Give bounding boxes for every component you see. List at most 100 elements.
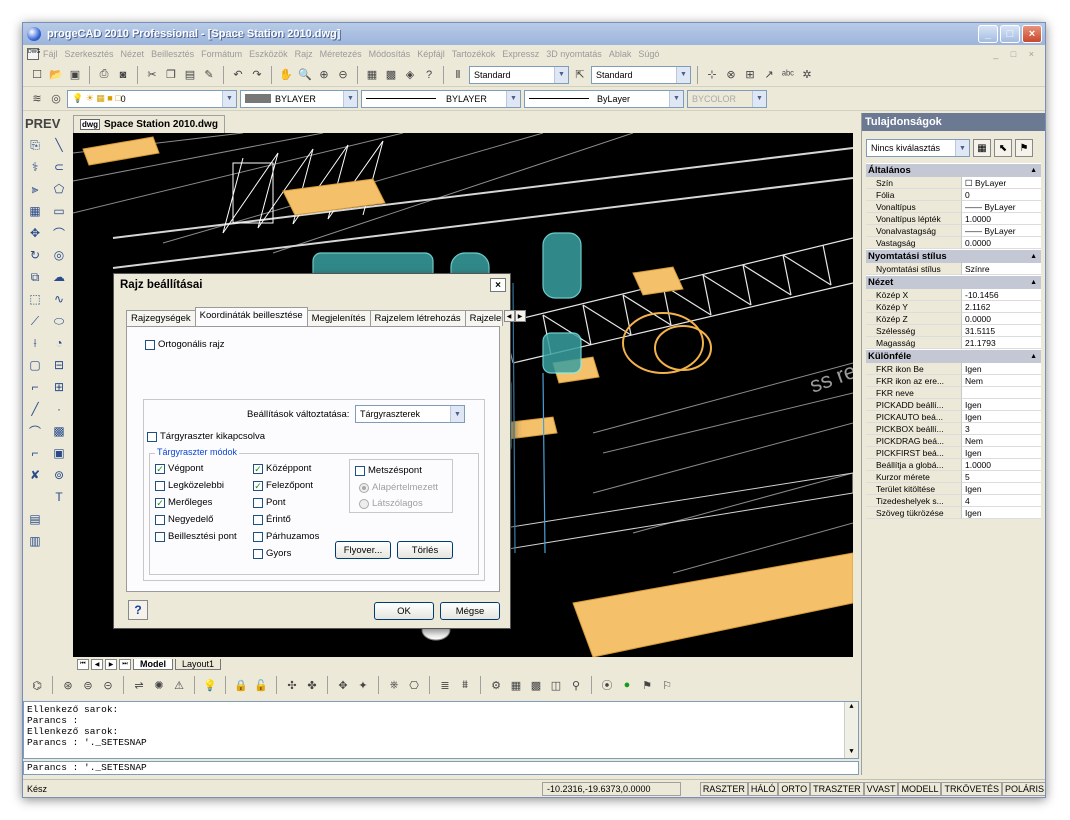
text-style-icon[interactable]: Ⅱ — [450, 67, 466, 83]
object-snap-icon[interactable]: ⊞ — [742, 67, 758, 83]
snap-mode-checkbox[interactable]: Negyedelő — [155, 514, 213, 525]
property-row[interactable]: Vonalvastagság —— ByLayer — [866, 225, 1041, 237]
property-row[interactable]: PICKAUTO beá... Igen — [866, 411, 1041, 423]
print-preview-icon[interactable]: ◙ — [115, 67, 131, 83]
rectangle-tool-icon[interactable]: ▭ — [49, 201, 69, 221]
maximize-button[interactable]: □ — [1000, 25, 1020, 43]
snap-mode-checkbox[interactable]: Párhuzamos — [253, 531, 319, 542]
tool-icon[interactable]: ✲ — [799, 67, 815, 83]
grid-toggle[interactable]: HÁLÓ — [747, 781, 779, 796]
help-icon[interactable]: ? — [421, 67, 437, 83]
polar-toggle[interactable]: POLÁRIS — [1001, 781, 1045, 796]
property-row[interactable]: PICKBOX beállí... 3 — [866, 423, 1041, 435]
tool-9-icon[interactable]: ✣ — [284, 677, 300, 693]
spline-tool-icon[interactable]: ∿ — [49, 289, 69, 309]
property-value[interactable]: 0.0000 — [962, 237, 1041, 249]
offset-tool-icon[interactable]: ⫸ — [25, 179, 45, 199]
property-row[interactable]: PICKADD beállí... Igen — [866, 399, 1041, 411]
undo-icon[interactable]: ↶ — [230, 67, 246, 83]
tab-drawing-units[interactable]: Rajzegységek — [126, 310, 196, 326]
command-scrollbar[interactable]: ▲ ▼ — [844, 702, 858, 758]
flyover-button[interactable]: Flyover... — [335, 541, 391, 559]
scroll-down-icon[interactable]: ▼ — [849, 747, 853, 758]
move-tool-icon[interactable]: ✥ — [25, 223, 45, 243]
snap-mode-checkbox[interactable]: Érintő — [253, 514, 291, 525]
erase-tool-icon[interactable]: ✘ — [25, 465, 45, 485]
default-radio[interactable]: Alapértelmezett — [359, 482, 438, 493]
property-group-header[interactable]: Különféle ▲ — [866, 349, 1041, 363]
property-group-header[interactable]: Általános ▲ — [866, 163, 1041, 177]
stretch-tool-icon[interactable]: ⬚ — [25, 289, 45, 309]
tool-23-icon[interactable]: ⚑ — [639, 677, 655, 693]
property-row[interactable]: Szélesség 31.5115 — [866, 325, 1041, 337]
layer-manager-icon[interactable]: ≋ — [29, 91, 45, 107]
ucs-icon[interactable]: ↗ — [761, 67, 777, 83]
menu-help[interactable]: Súgó — [638, 49, 659, 59]
tool-6-icon[interactable]: ✺ — [151, 677, 167, 693]
prev-label[interactable]: PREV — [23, 113, 71, 135]
lineweight-combo[interactable]: ByLayer ▼ — [524, 89, 684, 108]
arc-tool-icon[interactable]: ⌒ — [49, 223, 69, 243]
trim-tool-icon[interactable]: ⟋ — [25, 311, 45, 331]
tool-2-icon[interactable]: ⊛ — [60, 677, 76, 693]
menu-format[interactable]: Formátum — [201, 49, 242, 59]
region-tool-icon[interactable]: ▣ — [49, 443, 69, 463]
settings-combo[interactable]: Tárgyraszterek ▼ — [355, 405, 465, 423]
document-tab[interactable]: dwg Space Station 2010.dwg — [73, 115, 225, 133]
zoom-previous-icon[interactable]: ⊖ — [335, 67, 351, 83]
snap-mode-checkbox[interactable]: ✓ Merőleges — [155, 497, 212, 508]
tab-right-icon[interactable]: ▶ — [514, 310, 526, 322]
property-row[interactable]: PICKDRAG beá... Nem — [866, 435, 1041, 447]
open-icon[interactable]: 📂 — [48, 67, 64, 83]
stack2-tool-icon[interactable]: ▥ — [25, 531, 45, 551]
tool-22-icon[interactable]: ⦿ — [599, 677, 615, 693]
osnap-toggle[interactable]: TRASZTER — [810, 781, 864, 796]
scroll-up-icon[interactable]: ▲ — [849, 702, 853, 713]
hatch-tool-icon[interactable]: ▩ — [49, 421, 69, 441]
match-properties-icon[interactable]: ✎ — [201, 67, 217, 83]
toggle-pickadd-icon[interactable]: ⚑ — [1015, 139, 1033, 157]
first-tab-button[interactable]: ⏮ — [77, 658, 89, 670]
property-value[interactable]: 0 — [962, 189, 1041, 201]
save-icon[interactable]: ▣ — [67, 67, 83, 83]
property-row[interactable]: FKR neve — [866, 387, 1041, 399]
menu-modify[interactable]: Módosítás — [369, 49, 411, 59]
tool-18-icon[interactable]: ▦ — [508, 677, 524, 693]
property-value[interactable]: Igen — [962, 483, 1041, 495]
tool-3-icon[interactable]: ⊜ — [80, 677, 96, 693]
snap-mode-checkbox[interactable]: ✓ Középpont — [253, 463, 311, 474]
collapse-icon[interactable]: ▲ — [1030, 353, 1037, 360]
property-row[interactable]: Tizedeshelyek s... 4 — [866, 495, 1041, 507]
menu-express[interactable]: Expressz — [502, 49, 539, 59]
property-row[interactable]: Vonaltípus —— ByLayer — [866, 201, 1041, 213]
lock-icon[interactable]: 🔒 — [233, 677, 249, 693]
tool-13-icon[interactable]: ⎈ — [386, 677, 402, 693]
cancel-button[interactable]: Mégse — [440, 602, 500, 620]
green-circle-icon[interactable]: ● — [619, 677, 635, 693]
redo-icon[interactable]: ↷ — [249, 67, 265, 83]
property-value[interactable]: 21.1793 — [962, 337, 1041, 349]
property-value[interactable]: 3 — [962, 423, 1041, 435]
last-tab-button[interactable]: ⏭ — [119, 658, 131, 670]
property-row[interactable]: Terület kitöltése Igen — [866, 483, 1041, 495]
snap-settings-icon[interactable]: ⊗ — [723, 67, 739, 83]
property-row[interactable]: Szín ☐ ByLayer — [866, 177, 1041, 189]
abc-icon[interactable]: ᵃᵇᶜ — [780, 67, 796, 83]
snap-off-checkbox[interactable]: Tárgyraszter kikapcsolva — [147, 431, 265, 442]
zoom-realtime-icon[interactable]: 🔍 — [297, 67, 313, 83]
tab-display[interactable]: Megjelenítés — [306, 310, 371, 326]
model-toggle[interactable]: MODELL — [898, 781, 942, 796]
cloud-tool-icon[interactable]: ☁ — [49, 267, 69, 287]
new-icon[interactable]: ☐ — [29, 67, 45, 83]
property-value[interactable]: Nem — [962, 375, 1041, 387]
tool-19-icon[interactable]: ▩ — [528, 677, 544, 693]
tool-5-icon[interactable]: ⇌ — [131, 677, 147, 693]
ellipse-arc-tool-icon[interactable]: ◔ — [49, 333, 69, 353]
property-value[interactable]: 31.5115 — [962, 325, 1041, 337]
next-tab-button[interactable]: ▶ — [105, 658, 117, 670]
collapse-icon[interactable]: ▲ — [1030, 167, 1037, 174]
pan-icon[interactable]: ✋ — [278, 67, 294, 83]
ortho-toggle[interactable]: ORTO — [778, 781, 811, 796]
property-row[interactable]: Magasság 21.1793 — [866, 337, 1041, 349]
tab-entity-creation[interactable]: Rajzelem létrehozás — [369, 310, 466, 326]
